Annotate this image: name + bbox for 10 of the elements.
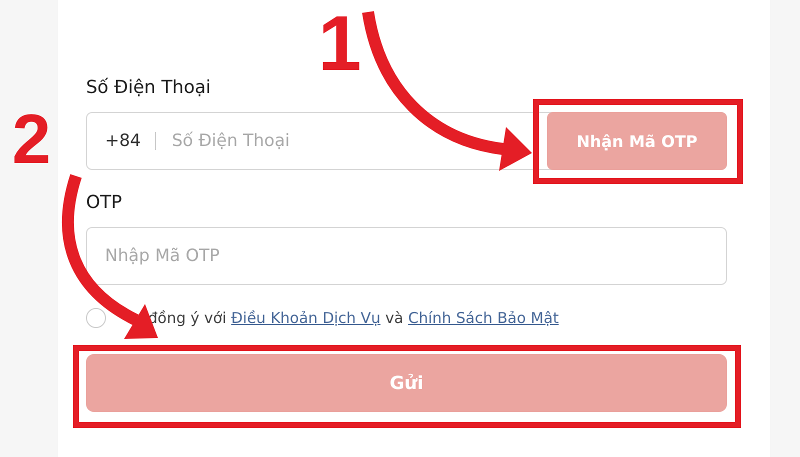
otp-field[interactable]: Nhập Mã OTP bbox=[86, 227, 727, 285]
agree-checkbox[interactable] bbox=[86, 308, 106, 328]
phone-field[interactable]: +84 Số Điện Thoại Nhận Mã OTP bbox=[86, 112, 727, 170]
policy-link[interactable]: Điều Khoản Dịch Vụ bbox=[231, 309, 380, 327]
step-number: 2 bbox=[12, 104, 51, 174]
field-label: OTP bbox=[86, 191, 122, 215]
policy-link[interactable]: Chính Sách Bảo Mật bbox=[408, 309, 559, 327]
step-number: 1 bbox=[318, 4, 362, 82]
field-label: Số Điện Thoại bbox=[86, 76, 211, 100]
country-code: +84 bbox=[105, 131, 141, 151]
